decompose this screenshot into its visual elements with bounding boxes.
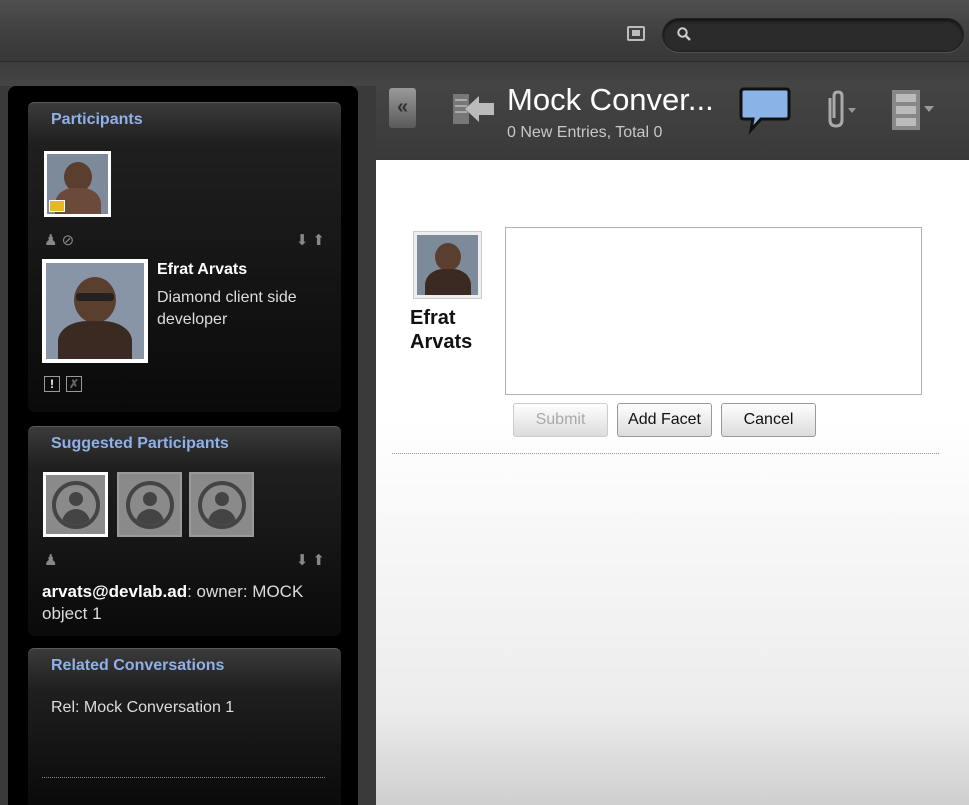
- divider: [42, 777, 325, 778]
- arrow-down-icon[interactable]: ⬇: [296, 232, 313, 249]
- search-box[interactable]: [662, 18, 964, 52]
- suggested-section: Suggested Participants ♟ ⬇⬆ arvats@devla…: [28, 426, 341, 636]
- avatar-glasses: [76, 293, 114, 301]
- participant-role: Diamond client side developer: [157, 289, 297, 328]
- arrow-up-icon[interactable]: ⬆: [312, 232, 329, 249]
- participants-title: Participants: [51, 111, 143, 128]
- submit-button[interactable]: Submit: [513, 403, 608, 437]
- add-facet-button[interactable]: Add Facet: [617, 403, 712, 437]
- related-item[interactable]: Rel: Mock Conversation 1: [51, 699, 234, 717]
- participant-actions: ♟ ⊘: [44, 231, 74, 249]
- suggested-avatar[interactable]: [43, 472, 108, 537]
- toolbar-band: [0, 62, 969, 86]
- conversation-title: Mock Conver...: [507, 82, 714, 117]
- search-icon: [677, 27, 691, 41]
- top-bar: [0, 0, 969, 62]
- participant-name[interactable]: Efrat Arvats: [157, 261, 247, 279]
- left-panel: Participants ♟ ⊘ ⬇⬆ Efrat Arvats Diamond…: [8, 86, 358, 805]
- participant-avatar-large[interactable]: [42, 259, 148, 363]
- related-section: Related Conversations Rel: Mock Conversa…: [28, 648, 341, 805]
- add-person-icon[interactable]: ♟: [44, 552, 57, 569]
- paperclip-icon[interactable]: [820, 90, 860, 130]
- participants-section: Participants ♟ ⊘ ⬇⬆ Efrat Arvats Diamond…: [28, 102, 341, 412]
- back-arrow-icon[interactable]: [451, 90, 495, 128]
- suggested-sort: ⬇⬆: [296, 551, 329, 569]
- avatar-face: [435, 243, 461, 271]
- arrow-down-icon[interactable]: ⬇: [296, 552, 313, 569]
- suggested-actions: ♟: [44, 551, 57, 569]
- search-input[interactable]: [699, 25, 949, 45]
- owner-info: arvats@devlab.ad: owner: MOCK object 1: [42, 581, 332, 625]
- cancel-button[interactable]: Cancel: [721, 403, 816, 437]
- participant-sort: ⬇⬆: [296, 231, 329, 249]
- entry-author-first: Efrat: [410, 307, 456, 329]
- collapse-panel-button[interactable]: «: [389, 88, 416, 128]
- avatar-body: [425, 269, 471, 295]
- unavailable-icon[interactable]: ✗: [66, 376, 82, 392]
- video-icon[interactable]: [627, 26, 645, 41]
- arrow-up-icon[interactable]: ⬆: [312, 552, 329, 569]
- suggested-avatar[interactable]: [117, 472, 182, 537]
- divider: [392, 453, 939, 454]
- chat-bubble-icon[interactable]: [739, 86, 791, 136]
- crown-icon: [49, 200, 65, 212]
- related-title: Related Conversations: [51, 657, 225, 674]
- entry-author-avatar: [414, 232, 481, 298]
- archive-icon[interactable]: [888, 88, 936, 132]
- conversation-subtitle: 0 New Entries, Total 0: [507, 124, 663, 141]
- add-person-icon[interactable]: ♟: [44, 232, 57, 249]
- alert-icon[interactable]: !: [44, 376, 60, 392]
- owner-user[interactable]: arvats@devlab.ad: [42, 582, 187, 601]
- avatar-body: [58, 321, 132, 359]
- participant-avatar-thumb[interactable]: [44, 151, 111, 217]
- entry-text-input[interactable]: [505, 227, 922, 395]
- suggested-avatar[interactable]: [189, 472, 254, 537]
- conversation-header: « Mock Conver... 0 New Entries, Total 0: [376, 82, 969, 160]
- entry-author-name: Efrat Arvats: [410, 306, 472, 354]
- suggested-title: Suggested Participants: [51, 435, 229, 452]
- entry-author-last: Arvats: [410, 331, 473, 353]
- block-icon[interactable]: ⊘: [62, 232, 75, 249]
- conversation-content: Efrat Arvats Submit Add Facet Cancel: [376, 160, 969, 805]
